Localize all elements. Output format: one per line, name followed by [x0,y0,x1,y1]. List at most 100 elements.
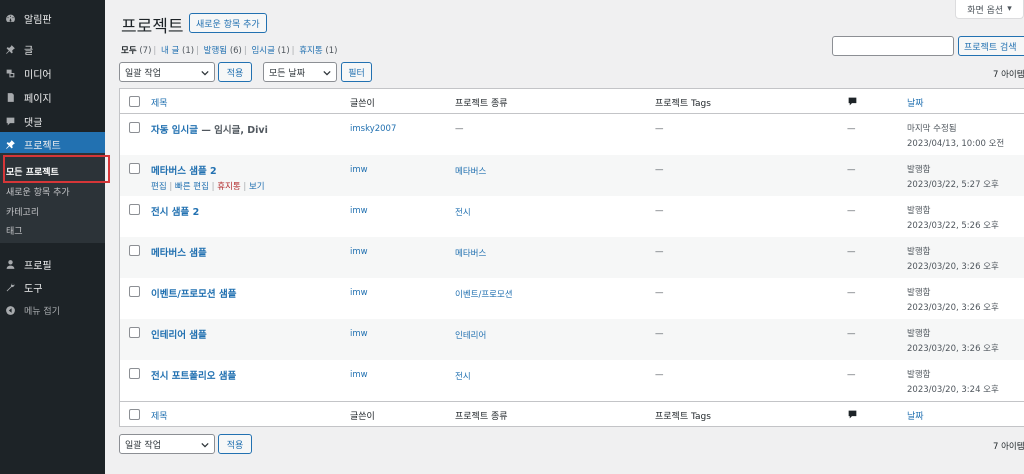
row-status: 발행함 [907,165,931,175]
row-tags: — [655,288,664,298]
screen-options-label: 화면 옵션 [967,5,1004,16]
quick-edit-link[interactable]: 빠른 편집 [175,182,209,192]
row-date: 2023/04/13, 10:00 오전 [907,139,1005,149]
row-title[interactable]: 전시 포트폴리오 샘플 [151,368,236,382]
chevron-down-icon [323,70,331,76]
row-type[interactable]: 인테리어 [455,329,486,341]
view-trash[interactable]: 휴지통 [299,46,322,56]
sidebar-item-label: 도구 [24,283,43,295]
view-mine[interactable]: 내 글 [161,46,179,56]
column-date[interactable]: 날짜 [907,96,924,109]
user-icon [5,259,16,270]
pin-icon [5,139,16,150]
row-comments: — [847,288,856,298]
sidebar-item-label: 댓글 [24,117,43,129]
view-all[interactable]: 모두 [121,46,137,56]
sidebar-item-comments[interactable]: 댓글 [0,109,105,133]
sidebar-item-label: 메뉴 접기 [24,306,60,317]
view-count: (1) [325,46,338,56]
edit-link[interactable]: 편집 [151,182,167,192]
row-type[interactable]: 이벤트/프로모션 [455,288,513,300]
row-status: 마지막 수정됨 [907,124,957,134]
sidebar-item-dashboard[interactable]: 알림판 [0,6,105,30]
separator: | [166,182,175,192]
row-comments: — [847,124,856,134]
pin-icon [5,44,16,55]
comments-column-icon[interactable] [847,409,858,420]
row-title[interactable]: 메타버스 샘플 2 [151,163,217,177]
row-type[interactable]: 전시 [455,370,471,382]
row-type[interactable]: 메타버스 [455,165,486,177]
bulk-actions-value: 일괄 작업 [125,68,161,79]
admin-sidebar: 알림판 글 미디어 페이지 댓글 프로젝트 모든 프로젝트 새로운 항목 추가 … [0,0,105,474]
view-link[interactable]: 보기 [249,182,265,192]
projects-table: 제목 글쓴이 프로젝트 종류 프로젝트 Tags 날짜 자동 임시글 — 임시글… [119,88,1024,427]
column-title[interactable]: 제목 [151,96,168,109]
apply-button[interactable]: 적용 [218,62,252,82]
add-new-button[interactable]: 새로운 항목 추가 [189,13,267,33]
filter-button[interactable]: 필터 [341,62,372,82]
sidebar-item-label: 페이지 [24,93,52,105]
separator: | [240,182,249,192]
view-count: (1) [182,46,195,56]
submenu-add-new[interactable]: 새로운 항목 추가 [6,185,70,198]
submenu-tags[interactable]: 태그 [6,224,23,237]
row-type[interactable]: 전시 [455,206,471,218]
row-author[interactable]: imw [350,329,368,339]
row-checkbox[interactable] [129,204,140,215]
row-type[interactable]: 메타버스 [455,247,486,259]
sidebar-item-pages[interactable]: 페이지 [0,85,105,109]
row-date: 2023/03/20, 3:26 오후 [907,344,999,354]
row-title[interactable]: 메타버스 샘플 [151,245,207,259]
screen-options-button[interactable]: 화면 옵션 ▾ [955,0,1024,19]
row-date: 2023/03/20, 3:24 오후 [907,385,999,395]
column-date[interactable]: 날짜 [907,409,924,422]
submenu-all-projects[interactable]: 모든 프로젝트 [6,165,59,178]
sidebar-item-media[interactable]: 미디어 [0,61,105,85]
row-checkbox[interactable] [129,245,140,256]
comments-column-icon[interactable] [847,96,858,107]
table-footer: 제목 글쓴이 프로젝트 종류 프로젝트 Tags 날짜 [120,401,1024,426]
search-input[interactable] [832,36,954,56]
select-all-checkbox[interactable] [129,96,140,107]
row-date: 2023/03/20, 3:26 오후 [907,303,999,313]
row-title[interactable]: 인테리어 샘플 [151,327,207,341]
row-status: 발행함 [907,206,931,216]
row-title[interactable]: 이벤트/프로모션 샘플 [151,286,236,300]
row-author[interactable]: imsky2007 [350,124,396,134]
dashboard-icon [5,13,16,24]
row-checkbox[interactable] [129,368,140,379]
sidebar-item-profile[interactable]: 프로필 [0,252,105,276]
apply-button-bottom[interactable]: 적용 [218,434,252,454]
row-checkbox[interactable] [129,122,140,133]
search-projects-button[interactable]: 프로젝트 검색 [958,36,1024,56]
row-tags: — [655,124,664,134]
table-row: 메타버스 샘플 imw 메타버스 — — 발행함 2023/03/20, 3:2… [120,237,1024,278]
column-author: 글쓴이 [350,99,375,109]
row-status: 발행함 [907,329,931,339]
view-published[interactable]: 발행됨 [204,46,227,56]
select-all-checkbox[interactable] [129,409,140,420]
sidebar-item-tools[interactable]: 도구 [0,275,105,299]
table-row: 이벤트/프로모션 샘플 imw 이벤트/프로모션 — — 발행함 2023/03… [120,278,1024,319]
sidebar-collapse-menu[interactable]: 메뉴 접기 [0,298,105,322]
row-author[interactable]: imw [350,206,368,216]
row-checkbox[interactable] [129,327,140,338]
bulk-actions-select[interactable]: 일괄 작업 [119,62,215,82]
trash-link[interactable]: 휴지통 [217,182,240,192]
row-checkbox[interactable] [129,286,140,297]
row-checkbox[interactable] [129,163,140,174]
sidebar-item-posts[interactable]: 글 [0,37,105,61]
row-title[interactable]: 자동 임시글 — 임시글, Divi [151,122,268,136]
column-title[interactable]: 제목 [151,409,168,422]
row-title[interactable]: 전시 샘플 2 [151,204,199,218]
row-author[interactable]: imw [350,165,368,175]
row-author[interactable]: imw [350,370,368,380]
date-filter-select[interactable]: 모든 날짜 [263,62,337,82]
row-author[interactable]: imw [350,288,368,298]
view-drafts[interactable]: 임시글 [251,46,274,56]
items-count-bottom: 7 아이템 [993,442,1024,452]
bulk-actions-select-bottom[interactable]: 일괄 작업 [119,434,215,454]
row-author[interactable]: imw [350,247,368,257]
submenu-categories[interactable]: 카테고리 [6,205,39,218]
